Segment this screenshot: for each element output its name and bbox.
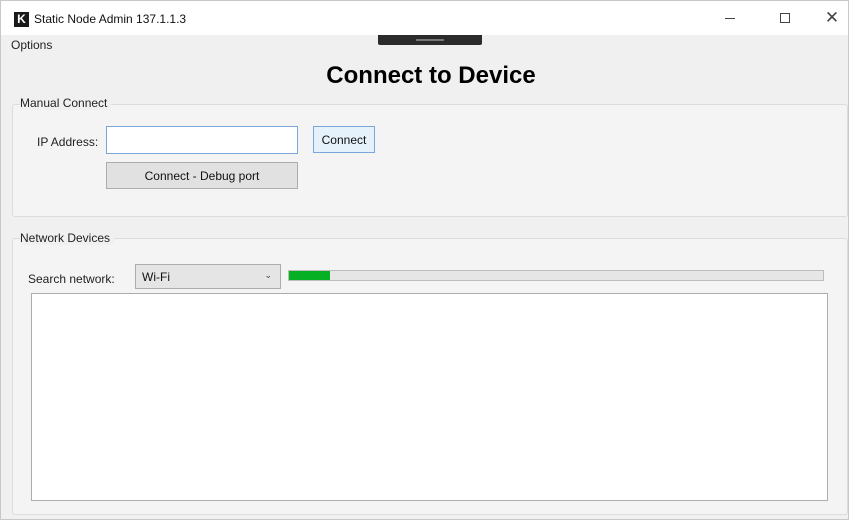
maximize-icon — [780, 13, 790, 23]
progress-fill — [289, 271, 330, 280]
grip-icon — [416, 39, 444, 41]
connect-debug-port-button[interactable]: Connect - Debug port — [106, 162, 298, 189]
connect-button[interactable]: Connect — [313, 126, 375, 153]
minimize-icon — [725, 17, 735, 19]
window-title: Static Node Admin 137.1.1.3 — [34, 12, 187, 26]
device-list[interactable] — [31, 293, 828, 501]
minimize-button[interactable] — [707, 1, 753, 35]
close-icon: ✕ — [824, 7, 840, 28]
title-bar[interactable]: K Static Node Admin 137.1.1.3 ✕ — [1, 1, 848, 35]
network-devices-label: Network Devices — [20, 231, 115, 245]
drag-handle[interactable] — [378, 35, 482, 45]
manual-connect-label: Manual Connect — [20, 96, 112, 110]
search-progress-bar — [288, 270, 824, 281]
page-title: Connect to Device — [326, 62, 536, 89]
main-content: Connect to Device Manual Connect IP Addr… — [1, 53, 848, 519]
search-network-label: Search network: — [28, 272, 115, 286]
ip-address-input[interactable] — [106, 126, 298, 154]
close-button[interactable]: ✕ — [809, 1, 849, 35]
chevron-down-icon: ⌄ — [264, 271, 272, 281]
network-select[interactable]: Wi-Fi ⌄ — [135, 264, 281, 289]
menu-bar: Options — [1, 35, 848, 53]
ip-address-label: IP Address: — [37, 135, 99, 149]
app-logo-icon: K — [14, 12, 29, 27]
maximize-button[interactable] — [762, 1, 808, 35]
menu-options[interactable]: Options — [11, 38, 52, 52]
app-window: K Static Node Admin 137.1.1.3 ✕ Options … — [0, 0, 849, 520]
manual-connect-group — [12, 104, 848, 217]
network-select-value: Wi-Fi — [142, 270, 170, 284]
